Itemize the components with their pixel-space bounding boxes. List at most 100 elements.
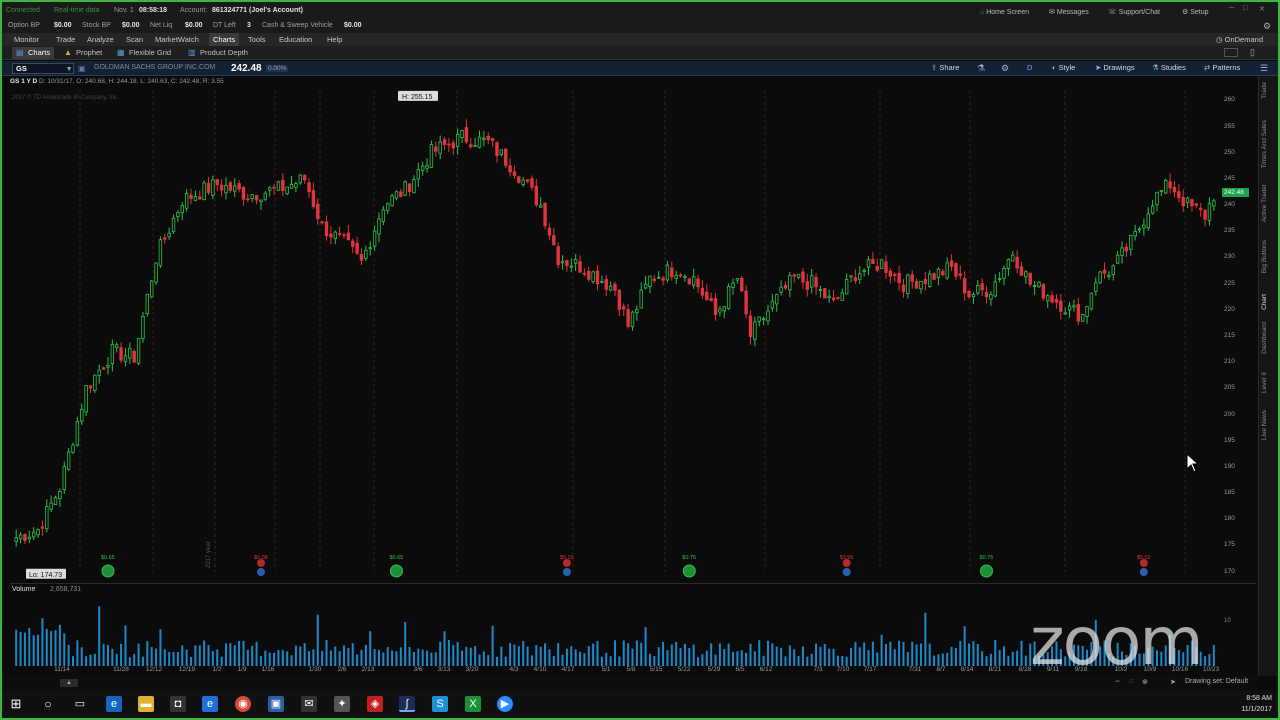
tab-product-depth[interactable]: ▥ Product Depth — [184, 47, 252, 59]
menu-education[interactable]: Education — [279, 35, 312, 44]
menu-icon[interactable]: ☰ — [1260, 63, 1268, 74]
aggregation-selector[interactable]: D — [1027, 63, 1032, 72]
account-selector[interactable]: 861324771 (Joel's Account) — [212, 7, 303, 14]
search-icon[interactable]: ○ — [40, 696, 56, 712]
volume-bar — [788, 645, 791, 666]
setup-link[interactable]: ⚙ Setup — [1182, 7, 1209, 16]
chrome-icon[interactable]: ◉ — [235, 696, 251, 712]
flask-icon[interactable]: ⚗ — [977, 63, 985, 74]
earnings-marker[interactable]: $5.08 — [254, 555, 268, 576]
thinkorswim-icon[interactable]: ∫ — [399, 696, 415, 712]
link-icon[interactable]: ▣ — [78, 64, 86, 73]
sidebar-tab-dashboard[interactable]: Dashboard — [1261, 322, 1275, 354]
layout-menu-icon[interactable]: ▯ — [1250, 47, 1255, 58]
menu-trade[interactable]: Trade — [56, 35, 75, 44]
volume-bar — [823, 643, 826, 666]
menu-charts[interactable]: Charts — [209, 33, 240, 46]
pan-icon[interactable]: ⇔ — [1114, 678, 1121, 685]
price-tick-label: 190 — [1224, 462, 1235, 470]
expand-icon[interactable]: ▲ — [60, 679, 78, 687]
menu-help[interactable]: Help — [327, 35, 342, 44]
candle — [132, 350, 136, 363]
dividend-marker[interactable]: $0.75 — [682, 555, 696, 578]
sidebar-tab-trade[interactable]: Trade — [1261, 82, 1275, 99]
drawing-set-selector[interactable]: Drawing set: Default — [1185, 678, 1248, 685]
layout-icon[interactable] — [1224, 48, 1238, 57]
settings-icon[interactable]: ⚙ — [1001, 63, 1009, 74]
event-value-label: $0.75 — [980, 555, 994, 561]
earnings-marker[interactable]: $5.15 — [560, 555, 574, 576]
sidebar-tab-times-and-sales[interactable]: Times And Sales — [1261, 120, 1275, 169]
sidebar-tab-chart[interactable]: Chart — [1261, 294, 1275, 310]
menu-monitor[interactable]: Monitor — [14, 35, 39, 44]
maximize-icon[interactable]: □ — [1243, 5, 1247, 12]
ie-icon[interactable]: e — [202, 696, 218, 712]
candle — [622, 306, 626, 310]
style-button[interactable]: ◐ Style — [1052, 63, 1075, 72]
candle — [726, 285, 731, 309]
close-icon[interactable]: ✕ — [1259, 5, 1265, 13]
tab-charts[interactable]: ▤ Charts — [12, 47, 55, 59]
support-chat-link[interactable]: ☏ Support/Chat — [1108, 7, 1160, 16]
sidebar-tab-active-trader[interactable]: Active Trader — [1261, 184, 1275, 222]
drawings-button[interactable]: ➤ Drawings — [1095, 63, 1135, 72]
tab-prophet[interactable]: ▲ Prophet — [60, 47, 106, 59]
menu-scan[interactable]: Scan — [126, 35, 143, 44]
candle — [477, 136, 482, 148]
cursor-icon[interactable]: ➤ — [1170, 678, 1176, 686]
patterns-button[interactable]: ⇄ Patterns — [1204, 63, 1240, 72]
symbol-input[interactable]: GS ▾ — [12, 63, 74, 74]
earnings-marker[interactable]: $5.02 — [1137, 555, 1151, 576]
candle — [1094, 282, 1098, 292]
volume-bar — [701, 654, 704, 666]
volume-bar — [517, 646, 520, 666]
date-tick-label: 5/8 — [626, 666, 636, 673]
volume-bar — [495, 656, 498, 666]
price-chart[interactable]: H: 255.15 Lo: 174.73 2017 year $0.65 $5.08 $0… — [10, 90, 1220, 582]
zoom-icon[interactable]: ⊕ — [1142, 678, 1148, 686]
date-tick-label: 2/6 — [337, 666, 347, 673]
volume-bar — [565, 648, 568, 666]
candle — [1024, 271, 1028, 278]
windows-start-icon[interactable]: ⊞ — [8, 696, 24, 712]
store-icon[interactable]: ◘ — [170, 696, 186, 712]
sidebar-tab-level-ii[interactable]: Level II — [1261, 372, 1275, 393]
excel-icon[interactable]: X — [465, 696, 481, 712]
sidebar-tab-live-news[interactable]: Live News — [1261, 410, 1275, 440]
zoom-icon[interactable]: ▶ — [497, 696, 513, 712]
reset-icon[interactable]: ◌ — [1129, 678, 1133, 685]
dividend-marker[interactable]: $0.65 — [101, 555, 115, 578]
candle — [228, 182, 233, 191]
candle — [1137, 228, 1142, 231]
skype-icon[interactable]: S — [432, 696, 448, 712]
dividend-marker[interactable]: $0.75 — [980, 555, 994, 578]
task-view-icon[interactable]: ▭ — [72, 696, 88, 712]
minimize-icon[interactable]: ─ — [1229, 5, 1234, 12]
ondemand-button[interactable]: ◷ OnDemand — [1216, 35, 1263, 44]
tab-flexible-grid[interactable]: ▦ Flexible Grid — [113, 47, 175, 59]
candle — [254, 195, 259, 201]
candle — [171, 217, 176, 233]
earnings-marker[interactable]: $3.95 — [840, 555, 854, 576]
home-screen-link[interactable]: ⌂ Home Screen — [980, 7, 1029, 16]
mail-icon[interactable]: ✉ — [301, 696, 317, 712]
sidebar-tab-big-buttons[interactable]: Big Buttons — [1261, 240, 1275, 273]
remote-desktop-icon[interactable]: ▣ — [268, 696, 284, 712]
edge-icon[interactable]: e — [106, 696, 122, 712]
menu-tools[interactable]: Tools — [248, 35, 266, 44]
candle — [189, 194, 193, 199]
share-button[interactable]: ⇪ Share — [931, 63, 959, 72]
menu-marketwatch[interactable]: MarketWatch — [155, 35, 199, 44]
candle — [1046, 295, 1050, 302]
pinned-app-icon[interactable]: ◈ — [367, 696, 383, 712]
status-bar: Connected Real-time data Nov. 1 08:58:18… — [2, 2, 1278, 21]
app-icon[interactable]: ✦ — [334, 696, 350, 712]
gear-icon[interactable]: ⚙ — [1263, 21, 1271, 32]
messages-link[interactable]: ✉ Messages — [1049, 7, 1089, 16]
studies-button[interactable]: ⚗ Studies — [1152, 63, 1186, 72]
earnings-icon — [256, 568, 265, 576]
candle — [858, 273, 862, 280]
dividend-marker[interactable]: $0.65 — [389, 555, 403, 578]
folder-icon[interactable]: ▬ — [138, 696, 154, 712]
menu-analyze[interactable]: Analyze — [87, 35, 114, 44]
